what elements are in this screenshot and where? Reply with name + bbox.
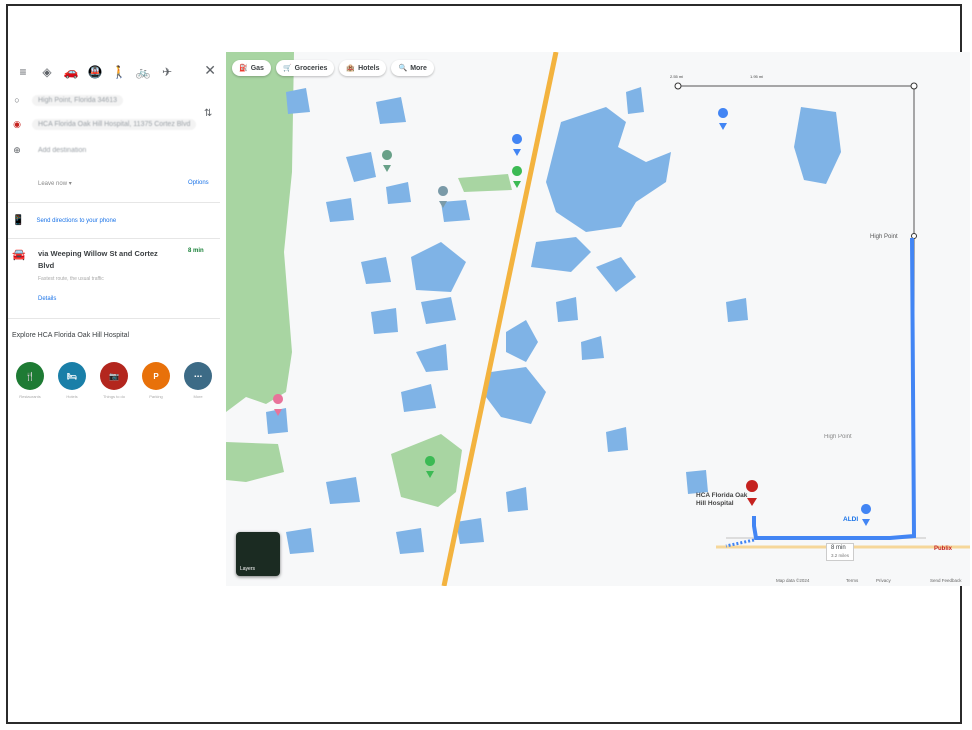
destination-label[interactable]: HCA Florida Oak Hill Hospital bbox=[696, 492, 752, 508]
layers-button[interactable]: Layers bbox=[236, 532, 280, 576]
directions-panel: ≡ ◈ 🚗 🚇 🚶 🚲 ✈ ✕ ○ High Point, Florida 34… bbox=[8, 52, 222, 472]
menu-icon[interactable]: ≡ bbox=[12, 62, 34, 82]
groceries-icon: 🛒 bbox=[282, 65, 292, 72]
high-point-area-label: High Point bbox=[824, 434, 852, 440]
explore-restaurants-button[interactable]: 🍴 bbox=[16, 362, 44, 390]
options-link[interactable]: Options bbox=[188, 180, 209, 186]
chip-more[interactable]: 🔍 More bbox=[391, 60, 434, 76]
cycling-mode-icon[interactable]: 🚲 bbox=[132, 62, 154, 82]
close-directions-button[interactable]: ✕ bbox=[204, 62, 216, 79]
chip-hotels[interactable]: 🏨 Hotels bbox=[339, 60, 387, 76]
phone-icon: 📱 bbox=[12, 215, 25, 226]
gas-icon: ⛽ bbox=[239, 65, 248, 72]
chip-label: More bbox=[410, 64, 427, 72]
aldi-label[interactable]: ALDI bbox=[843, 516, 858, 523]
details-link[interactable]: Details bbox=[38, 296, 56, 302]
route-line bbox=[752, 237, 917, 540]
route-subtitle: Fastest route, the usual traffic bbox=[38, 276, 104, 282]
park-area bbox=[226, 52, 294, 412]
origin-field[interactable]: ○ High Point, Florida 34613 bbox=[12, 90, 212, 110]
privacy-link[interactable]: Privacy bbox=[876, 578, 891, 583]
destination-field[interactable]: ◉ HCA Florida Oak Hill Hospital, 11375 C… bbox=[12, 114, 212, 134]
destination-pin-icon: ◉ bbox=[13, 118, 21, 129]
best-route-icon[interactable]: ◈ bbox=[36, 62, 58, 82]
swap-direction-icon[interactable]: ⇅ bbox=[204, 108, 212, 119]
chip-label: Groceries bbox=[294, 64, 328, 72]
route-chip-time: 8 min bbox=[831, 545, 846, 551]
layers-label: Layers bbox=[240, 566, 256, 572]
ruler-label-mid: 1.95 mi bbox=[750, 74, 764, 79]
park-area bbox=[391, 434, 462, 507]
route-duration-chip[interactable]: 8 min 3.2 miles bbox=[826, 543, 855, 561]
add-destination-field[interactable]: ⊕ Add destination bbox=[12, 140, 212, 160]
category-chips: ⛽ Gas 🛒 Groceries 🏨 Hotels 🔍 More bbox=[232, 60, 439, 76]
map-canvas[interactable] bbox=[226, 52, 970, 586]
terms-link[interactable]: Terms bbox=[846, 578, 858, 583]
destination-value: HCA Florida Oak Hill Hospital, 11375 Cor… bbox=[32, 118, 197, 130]
ruler-label-left: 2.55 mi bbox=[670, 74, 684, 79]
driving-mode-icon[interactable]: 🚗 bbox=[60, 62, 82, 82]
divider bbox=[8, 238, 220, 239]
explore-label: Hotels bbox=[66, 394, 78, 399]
walking-mode-icon[interactable]: 🚶 bbox=[108, 62, 130, 82]
car-icon: 🚘 bbox=[12, 249, 26, 261]
more-icon: 🔍 bbox=[398, 65, 408, 72]
route-title: via Weeping Willow St and Cortez Blvd bbox=[38, 249, 158, 270]
highway-road bbox=[441, 52, 559, 586]
divider bbox=[8, 202, 220, 203]
chip-gas[interactable]: ⛽ Gas bbox=[232, 60, 271, 76]
leave-now-dropdown[interactable]: Leave now ▾ bbox=[38, 180, 72, 187]
explore-more-button[interactable]: ⋯ bbox=[184, 362, 212, 390]
route-time: 8 min bbox=[188, 248, 204, 254]
explore-label: Restaurants bbox=[19, 394, 41, 399]
hotels-icon: 🏨 bbox=[346, 65, 356, 72]
origin-circle-icon: ○ bbox=[14, 95, 20, 105]
send-directions-label: Send directions to your phone bbox=[36, 217, 117, 224]
flight-mode-icon[interactable]: ✈ bbox=[156, 62, 178, 82]
divider bbox=[8, 318, 220, 319]
add-icon: ⊕ bbox=[13, 144, 21, 155]
chip-groceries[interactable]: 🛒 Groceries bbox=[275, 60, 335, 76]
explore-title: Explore HCA Florida Oak Hill Hospital bbox=[12, 332, 130, 339]
high-point-label: High Point bbox=[870, 234, 898, 240]
explore-parking-button[interactable]: P bbox=[142, 362, 170, 390]
grocery-label[interactable]: Publix bbox=[934, 546, 952, 552]
park-area bbox=[458, 174, 512, 192]
travel-modes: ≡ ◈ 🚗 🚇 🚶 🚲 ✈ bbox=[12, 62, 222, 82]
explore-label: Things to do bbox=[102, 394, 125, 399]
chip-label: Hotels bbox=[358, 64, 380, 72]
explore-things-to-do-button[interactable]: 📷 bbox=[100, 362, 128, 390]
park-area bbox=[226, 442, 284, 482]
explore-buttons: 🍴 🛏 📷 P ⋯ bbox=[16, 362, 226, 390]
add-destination-label: Add destination bbox=[38, 146, 87, 154]
explore-hotels-button[interactable]: 🛏 bbox=[58, 362, 86, 390]
origin-value: High Point, Florida 34613 bbox=[32, 94, 123, 106]
explore-label: Parking bbox=[149, 394, 163, 399]
map-data-footer: Map data ©2024 bbox=[776, 578, 810, 583]
send-feedback-link[interactable]: Send Feedback bbox=[930, 578, 962, 583]
explore-label: More bbox=[193, 394, 203, 399]
route-chip-distance: 3.2 miles bbox=[831, 553, 850, 558]
transit-mode-icon[interactable]: 🚇 bbox=[84, 62, 106, 82]
map-svg bbox=[226, 52, 970, 586]
chip-label: Gas bbox=[250, 64, 264, 72]
send-to-phone-row[interactable]: 📱 Send directions to your phone bbox=[12, 215, 116, 226]
